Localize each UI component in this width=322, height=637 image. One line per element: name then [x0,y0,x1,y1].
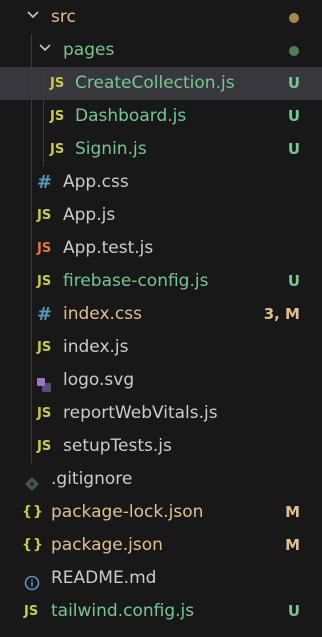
file-item-tailwind-config[interactable]: JS tailwind.config.js U [0,595,322,628]
file-item-create-collection[interactable]: JS CreateCollection.js U [0,67,322,100]
indent-guide [31,265,32,298]
git-status-badge: U [287,140,300,158]
file-item-logo-svg[interactable]: logo.svg [0,364,322,397]
file-item-firebase-config[interactable]: JS firebase-config.js U [0,265,322,298]
file-label: logo.svg [63,370,135,390]
css-file-icon: # [37,304,53,325]
file-label: reportWebVitals.js [63,403,218,423]
file-label: CreateCollection.js [75,73,235,93]
file-item-report-web-vitals[interactable]: JS reportWebVitals.js [0,397,322,430]
indent-guide [31,397,32,430]
file-item-app-test[interactable]: JS App.test.js [0,232,322,265]
chevron-down-icon[interactable] [27,10,39,20]
javascript-file-icon: JS [37,340,52,355]
file-label: App.js [63,205,116,225]
git-status-badge: M [285,503,300,521]
chevron-down-icon[interactable] [39,43,51,53]
file-label: App.css [63,172,129,192]
git-status-badge: U [287,74,300,92]
javascript-file-icon: JS [37,406,52,421]
folder-label: src [51,7,76,27]
info-icon [24,571,40,591]
javascript-file-icon: JS [37,439,52,454]
folder-pages[interactable]: pages [0,34,322,67]
file-item-signin[interactable]: JS Signin.js U [0,133,322,166]
indent-guide [31,199,32,232]
untracked-dot-indicator [289,46,299,56]
git-status-badge: M [285,536,300,554]
indent-guide [31,166,32,199]
javascript-test-file-icon: JS [37,241,52,256]
file-item-dashboard[interactable]: JS Dashboard.js U [0,100,322,133]
folder-label: pages [63,40,115,60]
indent-guide [43,133,44,166]
file-item-package-json[interactable]: {} package.json M [0,529,322,562]
file-item-gitignore[interactable]: .gitignore [0,463,322,496]
file-label: package.json [51,535,163,555]
git-status-badge: U [287,602,300,620]
svg-file-icon [36,373,52,392]
javascript-file-icon: JS [50,142,65,157]
file-explorer-tree: src pages JS CreateCollection.js U JS Da… [0,1,322,628]
indent-guide [31,232,32,265]
file-item-index-js[interactable]: JS index.js [0,331,322,364]
javascript-file-icon: JS [37,208,52,223]
indent-guide [43,67,44,100]
javascript-file-icon: JS [24,604,39,619]
indent-guide [31,67,32,100]
git-icon [24,472,40,491]
folder-src[interactable]: src [0,1,322,34]
file-label: README.md [51,568,157,588]
css-file-icon: # [37,172,53,193]
indent-guide [31,364,32,397]
file-item-package-lock[interactable]: {} package-lock.json M [0,496,322,529]
file-item-app-css[interactable]: # App.css [0,166,322,199]
indent-guide [31,331,32,364]
indent-guide [43,100,44,133]
file-label: index.css [63,304,142,324]
json-file-icon: {} [22,504,44,520]
file-item-setup-tests[interactable]: JS setupTests.js [0,430,322,463]
indent-guide [31,298,32,331]
indent-guide [31,133,32,166]
file-label: firebase-config.js [63,271,209,291]
git-status-badge: U [287,272,300,290]
indent-guide [31,34,32,67]
file-label: tailwind.config.js [51,601,195,621]
file-label: package-lock.json [51,502,204,522]
file-label: Dashboard.js [75,106,187,126]
file-label: index.js [63,337,129,357]
file-item-app-js[interactable]: JS App.js [0,199,322,232]
file-label: .gitignore [51,469,133,489]
file-item-readme[interactable]: README.md [0,562,322,595]
indent-guide [31,100,32,133]
json-file-icon: {} [22,537,44,553]
file-item-index-css[interactable]: # index.css 3, M [0,298,322,331]
modified-dot-indicator [289,13,299,23]
indent-guide [31,430,32,463]
javascript-file-icon: JS [50,109,65,124]
git-status-badge: U [287,107,300,125]
javascript-file-icon: JS [37,274,52,289]
git-status-badge: 3, M [263,305,300,323]
file-label: setupTests.js [63,436,172,456]
file-label: Signin.js [75,139,147,159]
file-label: App.test.js [63,238,154,258]
javascript-file-icon: JS [50,76,65,91]
